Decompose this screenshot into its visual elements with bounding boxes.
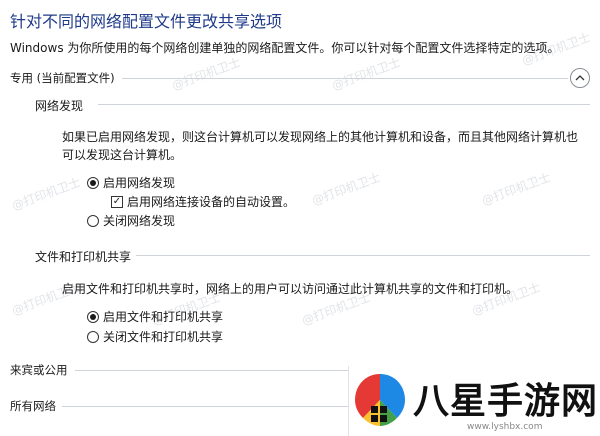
file-printer-on-radio[interactable]: 启用文件和打印机共享 <box>87 308 223 325</box>
radio-unselected-icon <box>87 214 99 227</box>
network-discovery-off-radio[interactable]: 关闭网络发现 <box>87 212 175 229</box>
watermark: @打印机卫士 <box>9 175 83 213</box>
network-discovery-on-radio[interactable]: 启用网络发现 <box>87 174 175 191</box>
chevron-up-icon <box>575 75 585 81</box>
watermark: @打印机卫士 <box>309 170 383 208</box>
divider <box>62 406 348 407</box>
watermark: @打印机卫士 <box>329 55 403 93</box>
private-profile-header[interactable]: 专用 (当前配置文件) <box>10 70 115 86</box>
all-networks-header[interactable]: 所有网络 <box>10 398 56 414</box>
watermark: @打印机卫士 <box>169 55 243 93</box>
auto-setup-checkbox[interactable]: ✓ 启用网络连接设备的自动设置。 <box>111 193 295 210</box>
page-description: Windows 为你所使用的每个网络创建单独的网络配置文件。你可以针对每个配置文… <box>10 41 560 55</box>
network-discovery-title: 网络发现 <box>35 99 84 113</box>
radio-unselected-icon <box>87 330 99 343</box>
file-printer-off-radio[interactable]: 关闭文件和打印机共享 <box>87 328 223 345</box>
radio-selected-icon <box>87 310 99 323</box>
divider <box>98 104 590 105</box>
network-discovery-on-label: 启用网络发现 <box>103 176 176 190</box>
divider <box>136 255 590 256</box>
checkmark-icon: ✓ <box>111 195 123 208</box>
file-printer-on-label: 启用文件和打印机共享 <box>103 310 224 324</box>
logo-url: www.lyshbx.com <box>467 422 543 432</box>
file-printer-sharing-title: 文件和打印机共享 <box>35 250 132 264</box>
page-title: 针对不同的网络配置文件更改共享选项 <box>10 12 283 31</box>
file-printer-sharing-description: 启用文件和打印机共享时，网络上的用户可以访问通过此计算机共享的文件和打印机。 <box>62 282 519 296</box>
private-collapse-button[interactable] <box>570 68 590 88</box>
guest-public-header[interactable]: 来宾或公用 <box>10 362 68 378</box>
divider <box>75 370 348 371</box>
network-discovery-off-label: 关闭网络发现 <box>103 214 176 228</box>
site-logo: 八星手游网 www.lyshbx.com <box>348 366 600 436</box>
network-discovery-description: 如果已启用网络发现，则这台计算机可以发现网络上的其他计算机和设备，而且其他网络计… <box>62 130 579 162</box>
windows-color-logo-icon <box>355 374 405 426</box>
logo-name: 八星手游网 <box>413 381 599 422</box>
file-printer-off-label: 关闭文件和打印机共享 <box>103 330 224 344</box>
auto-setup-label: 启用网络连接设备的自动设置。 <box>127 195 296 209</box>
divider <box>122 78 568 79</box>
radio-selected-icon <box>87 176 99 189</box>
watermark: @打印机卫士 <box>479 170 553 208</box>
